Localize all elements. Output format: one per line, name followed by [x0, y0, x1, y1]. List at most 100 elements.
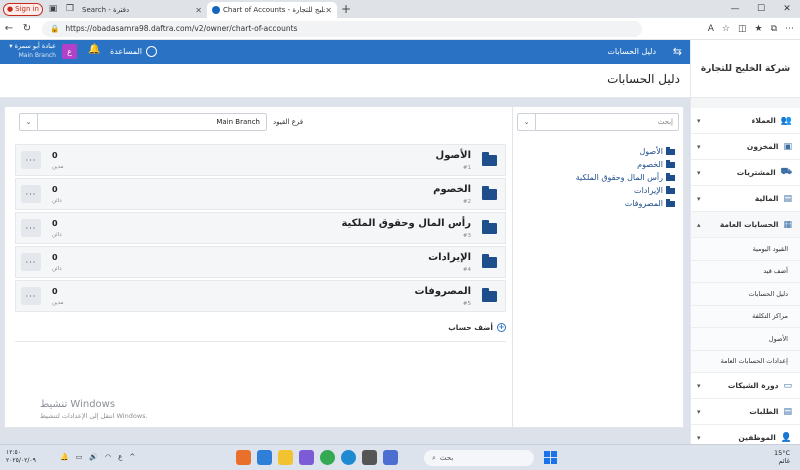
more-actions-button[interactable]: ···: [21, 219, 41, 237]
browser-tab-search[interactable]: Search - دفترة ✕: [77, 2, 207, 18]
sidebar-subitem-cost-centers[interactable]: مراكز التكلفة: [691, 305, 800, 328]
sidebar-item-inventory[interactable]: ▾ المخزون ▣: [691, 134, 800, 160]
collections-icon[interactable]: ⧉: [771, 24, 777, 34]
tree-item[interactable]: الخصوم: [576, 158, 675, 171]
tab-actions-icon[interactable]: ❐: [63, 2, 77, 16]
sidebar-item-employees[interactable]: ▾ الموظفين 👤: [691, 425, 800, 444]
account-balance: 0: [52, 287, 58, 296]
edge-icon[interactable]: [341, 450, 356, 465]
sidebar-item-label: الطلبات: [749, 407, 779, 416]
more-actions-button[interactable]: ···: [21, 253, 41, 271]
sidebar-subitem-add-entry[interactable]: أضف قيد: [691, 260, 800, 283]
search-icon: ⌕: [432, 453, 436, 462]
sidebar-item-finance[interactable]: ▾ المالية ▤: [691, 186, 800, 212]
account-row[interactable]: ··· 0 مدين المصروفات #5: [15, 280, 506, 312]
sign-in-label: Sign in: [15, 5, 39, 13]
new-tab-icon[interactable]: +: [341, 2, 351, 16]
add-account-button[interactable]: أضف حساب +: [448, 323, 506, 332]
browser-tab-bar: ● Sign in ▣ ❐ Search - دفترة ✕ Chart of …: [0, 0, 800, 18]
maximize-icon[interactable]: ☐: [748, 0, 774, 18]
battery-icon[interactable]: ▭: [76, 453, 83, 461]
close-tab-icon[interactable]: ✕: [195, 6, 202, 15]
add-account-label: أضف حساب: [448, 323, 493, 332]
sidebar-item-requests[interactable]: ▾ الطلبات ▤: [691, 399, 800, 425]
file-explorer-icon[interactable]: [278, 450, 293, 465]
workspaces-icon[interactable]: ▣: [46, 2, 60, 16]
sidebar-item-general-accounts[interactable]: ▴ الحسابات العامة ▦: [691, 212, 800, 238]
close-window-icon[interactable]: ✕: [774, 0, 800, 18]
employees-icon: 👤: [780, 432, 792, 443]
company-name[interactable]: شركة الخليج للتجارة: [691, 40, 800, 98]
requests-icon: ▤: [783, 406, 792, 417]
sidebar-subitem-journal-entries[interactable]: القيود اليومية: [691, 238, 800, 261]
more-options-icon[interactable]: ⋯: [785, 24, 794, 34]
account-code: #1: [462, 165, 471, 171]
account-name[interactable]: رأس المال وحقوق الملكية: [341, 218, 471, 229]
url-field[interactable]: 🔒 https://obadasamra98.daftra.com/v2/own…: [42, 20, 642, 37]
notification-icon[interactable]: 🔔: [60, 453, 69, 461]
read-aloud-icon[interactable]: A: [708, 24, 714, 34]
avatar[interactable]: ع: [62, 44, 77, 59]
minimize-icon[interactable]: —: [722, 0, 748, 18]
sidebar-item-label: المشتريات: [736, 168, 776, 177]
branch-select[interactable]: ⌄ Main Branch: [19, 113, 267, 131]
taskbar-search[interactable]: ⌕ بحث: [424, 450, 534, 466]
sidebar-subitem-chart-of-accounts[interactable]: دليل الحسابات: [691, 283, 800, 306]
account-row[interactable]: ··· 0 دائن الخصوم #2: [15, 178, 506, 210]
account-nature: دائن: [52, 266, 62, 272]
help-button[interactable]: المساعدة: [110, 46, 158, 57]
account-name[interactable]: الإيرادات: [428, 252, 471, 263]
weather-widget[interactable]: 15°C غائم: [774, 449, 790, 465]
account-name[interactable]: المصروفات: [414, 286, 471, 297]
windows-start-icon[interactable]: [544, 451, 557, 464]
firefox-icon[interactable]: [236, 450, 251, 465]
wifi-icon[interactable]: ◠: [105, 453, 111, 461]
tree-item[interactable]: الأصول: [576, 145, 675, 158]
chrome-icon[interactable]: [320, 450, 335, 465]
app-icon[interactable]: [383, 450, 398, 465]
user-menu[interactable]: ▾ عبادة أبو سمرة Main Branch: [4, 42, 56, 60]
back-icon[interactable]: ←: [0, 23, 18, 34]
breadcrumb[interactable]: دليل الحسابات: [607, 47, 656, 56]
sidebar-subitem-assets[interactable]: الأصول: [691, 328, 800, 351]
sidebar-item-clients[interactable]: ▾ العملاء 👥: [691, 108, 800, 134]
split-screen-icon[interactable]: ◫: [738, 24, 747, 34]
bell-icon[interactable]: 🔔: [88, 44, 100, 55]
app-icon[interactable]: [362, 450, 377, 465]
account-name[interactable]: الأصول: [436, 150, 471, 161]
more-actions-button[interactable]: ···: [21, 185, 41, 203]
tree-item[interactable]: المصروفات: [576, 197, 675, 210]
account-code: #3: [462, 233, 471, 239]
system-clock[interactable]: ١٢:٥٠ ٢٠٢٥/٠٢/٠٩: [6, 449, 36, 465]
volume-icon[interactable]: 🔊: [89, 453, 98, 461]
folder-icon: [482, 288, 497, 302]
copilot-icon[interactable]: [299, 450, 314, 465]
favorites-icon[interactable]: ★: [754, 24, 762, 34]
sidebar-item-purchases[interactable]: ▾ المشتريات ⛟: [691, 160, 800, 186]
tree-item[interactable]: الإيرادات: [576, 184, 675, 197]
language-indicator[interactable]: ع: [118, 453, 122, 461]
close-tab-icon[interactable]: ✕: [325, 6, 332, 15]
browser-tab-chart-of-accounts[interactable]: Chart of Accounts - شركة الخليج للتجارة …: [207, 2, 337, 18]
app-icon[interactable]: [257, 450, 272, 465]
account-name[interactable]: الخصوم: [433, 184, 471, 195]
menu-toggle-icon[interactable]: ⇆: [673, 45, 682, 58]
chevron-up-icon[interactable]: ^: [129, 453, 135, 461]
favorite-star-icon[interactable]: ☆: [722, 24, 730, 34]
account-row[interactable]: ··· 0 دائن الإيرادات #4: [15, 246, 506, 278]
chevron-down-icon: ▾: [697, 381, 701, 390]
tree-item[interactable]: رأس المال وحقوق الملكية: [576, 171, 675, 184]
refresh-icon[interactable]: ↻: [18, 23, 36, 34]
more-actions-button[interactable]: ···: [21, 151, 41, 169]
account-row[interactable]: ··· 0 دائن رأس المال وحقوق الملكية #3: [15, 212, 506, 244]
more-actions-button[interactable]: ···: [21, 287, 41, 305]
sidebar-subitem-accounts-settings[interactable]: إعدادات الحسابات العامة: [691, 350, 800, 373]
sidebar-item-label: الحسابات العامة: [719, 220, 779, 229]
sign-in-button[interactable]: ● Sign in: [3, 2, 43, 16]
account-search-select[interactable]: ⌄ إبحث: [517, 113, 679, 131]
account-row[interactable]: ··· 0 مدين الأصول #1: [15, 144, 506, 176]
tree-item-label: رأس المال وحقوق الملكية: [575, 173, 663, 182]
taskbar: ١٢:٥٠ ٢٠٢٥/٠٢/٠٩ 🔔 ▭ 🔊 ◠ ع ^ ⌕ بحث 15°C …: [0, 444, 800, 470]
sidebar-item-cheque-cycle[interactable]: ▾ دورة الشيكات ▭: [691, 373, 800, 399]
chevron-up-icon: ▴: [697, 220, 701, 229]
